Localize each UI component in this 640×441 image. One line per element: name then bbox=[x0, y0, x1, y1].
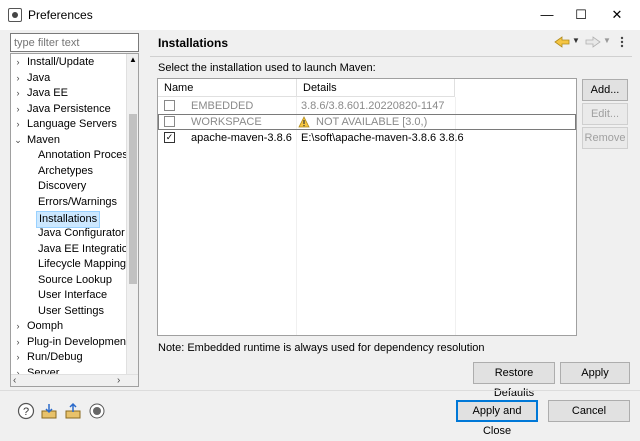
row-name: WORKSPACE bbox=[191, 116, 262, 128]
tree-item[interactable]: › Language Servers bbox=[17, 117, 119, 132]
edit-button[interactable]: Edit... bbox=[582, 103, 628, 125]
chevron-right-icon[interactable]: › bbox=[13, 86, 23, 101]
chevron-down-icon[interactable]: ⌄ bbox=[13, 133, 23, 148]
tree-item[interactable]: › Install/Update bbox=[17, 55, 96, 70]
tree-item[interactable]: Discovery bbox=[36, 179, 88, 194]
remove-button[interactable]: Remove bbox=[582, 127, 628, 149]
row-name: EMBEDDED bbox=[191, 100, 254, 112]
tree-item[interactable]: User Settings bbox=[36, 304, 106, 319]
installations-description: Select the installation used to launch M… bbox=[158, 62, 376, 74]
tree-item-label: Lifecycle Mappings bbox=[38, 258, 132, 271]
chevron-right-icon[interactable]: › bbox=[13, 55, 23, 70]
tree-item-label: Maven bbox=[27, 133, 61, 146]
row-name: apache-maven-3.8.6 bbox=[191, 132, 292, 144]
tree-item[interactable]: ⌄ Maven bbox=[14, 133, 62, 148]
column-header-details[interactable]: Details bbox=[297, 79, 455, 97]
tree-item-label: Archetypes bbox=[38, 164, 94, 177]
tree-item-label: Annotation Process bbox=[38, 149, 134, 162]
chevron-right-icon[interactable]: › bbox=[13, 319, 23, 334]
tree-item-label: Install/Update bbox=[27, 56, 95, 68]
chevron-right-icon[interactable]: › bbox=[13, 117, 23, 132]
tree-item-label: Plug-in Development bbox=[27, 335, 130, 348]
tree-item[interactable]: Annotation Process bbox=[36, 148, 135, 163]
row-checkbox[interactable] bbox=[164, 100, 175, 111]
tree-item-label: Errors/Warnings bbox=[38, 195, 118, 208]
table-row[interactable]: WORKSPACE NOT AVAILABLE [3.0,) bbox=[158, 114, 576, 130]
scroll-up-icon[interactable]: ▲ bbox=[127, 54, 138, 66]
filter-input[interactable] bbox=[10, 33, 139, 52]
tree-item-label: Java EE bbox=[27, 87, 68, 100]
arrow-left-icon[interactable] bbox=[553, 34, 573, 50]
row-details: 3.8.6/3.8.601.20220820-1147 bbox=[301, 100, 445, 112]
tree-item-label: Java Configurator bbox=[38, 227, 125, 240]
tree-item[interactable]: Installations bbox=[36, 210, 101, 228]
tree-item[interactable]: Errors/Warnings bbox=[36, 195, 119, 210]
table-row[interactable]: EMBEDDED 3.8.6/3.8.601.20220820-1147 bbox=[158, 98, 576, 114]
tree-item-label: Oomph bbox=[27, 320, 64, 333]
tree-item[interactable]: User Interface bbox=[36, 288, 109, 303]
tree-item-label: User Interface bbox=[38, 289, 108, 302]
title-bar: Preferences — ☐ ✕ bbox=[0, 0, 640, 30]
column-header-name[interactable]: Name bbox=[158, 79, 297, 97]
add-button[interactable]: Add... bbox=[582, 79, 628, 101]
row-checkbox[interactable]: ✓ bbox=[164, 132, 175, 143]
tree-item[interactable]: Archetypes bbox=[36, 164, 95, 179]
tree-item[interactable]: › Java EE bbox=[17, 86, 70, 101]
tree-item-label: Run/Debug bbox=[27, 351, 83, 364]
svg-text:?: ? bbox=[23, 406, 29, 418]
tree-item-label: Language Servers bbox=[27, 118, 117, 131]
tree-item[interactable]: › Plug-in Development bbox=[17, 335, 131, 350]
scroll-thumb[interactable] bbox=[129, 114, 137, 284]
help-icon[interactable]: ? bbox=[17, 402, 35, 420]
restore-defaults-button[interactable]: Restore Defaults bbox=[473, 362, 555, 399]
cancel-button[interactable]: Cancel bbox=[548, 400, 630, 422]
chevron-right-icon[interactable]: › bbox=[13, 335, 23, 350]
header-divider bbox=[150, 56, 632, 57]
import-preferences-icon[interactable] bbox=[40, 402, 58, 420]
footer-divider bbox=[0, 390, 640, 391]
tree-item[interactable]: Java EE Integration bbox=[36, 242, 136, 257]
row-details: E:\soft\apache-maven-3.8.6 3.8.6 bbox=[301, 132, 464, 144]
view-menu-icon[interactable] bbox=[617, 34, 627, 50]
chevron-right-icon[interactable]: › bbox=[13, 71, 23, 86]
tree-item-label: Discovery bbox=[38, 180, 87, 193]
tree-horizontal-scrollbar[interactable]: ‹ › bbox=[11, 374, 138, 386]
tree-item[interactable]: › Oomph bbox=[17, 319, 65, 334]
tree-item[interactable]: › Java bbox=[17, 71, 52, 86]
tree-item[interactable]: › Run/Debug bbox=[17, 350, 85, 365]
close-button[interactable]: ✕ bbox=[594, 0, 640, 30]
table-row[interactable]: ✓ apache-maven-3.8.6 E:\soft\apache-maven-… bbox=[158, 130, 576, 146]
page-title: Installations bbox=[158, 36, 229, 50]
tree-item-label: User Settings bbox=[38, 304, 105, 317]
chevron-right-icon[interactable]: › bbox=[13, 102, 23, 117]
row-details: NOT AVAILABLE [3.0,) bbox=[316, 116, 428, 128]
back-dropdown-icon[interactable]: ▼ bbox=[572, 36, 580, 48]
tree-item-label: Installations bbox=[39, 212, 98, 225]
preferences-tree: › Install/Update › Java › Java EE › Java Persis… bbox=[10, 53, 139, 387]
tree-item-label: Java Persistence bbox=[27, 102, 111, 115]
tree-item-label: Java bbox=[27, 71, 51, 84]
tree-item-label: Source Lookup bbox=[38, 273, 112, 286]
embedded-runtime-note: Note: Embedded runtime is always used fo… bbox=[158, 342, 485, 354]
export-preferences-icon[interactable] bbox=[64, 402, 82, 420]
tree-item[interactable]: Java Configurator bbox=[36, 226, 127, 241]
chevron-right-icon[interactable]: › bbox=[13, 350, 23, 365]
installations-table: Name Details EMBEDDED 3.8.6/3.8.601.20220… bbox=[157, 78, 577, 336]
arrow-right-icon[interactable] bbox=[584, 34, 602, 50]
scroll-right-icon[interactable]: › bbox=[117, 375, 127, 386]
tree-item-label: Java EE Integration bbox=[38, 242, 135, 255]
forward-dropdown-icon[interactable]: ▼ bbox=[603, 36, 611, 48]
apply-and-close-button[interactable]: Apply and Close bbox=[456, 400, 538, 437]
tree-item[interactable]: › Java Persistence bbox=[17, 102, 113, 117]
tree-item[interactable]: Source Lookup bbox=[36, 273, 114, 288]
apply-button[interactable]: Apply bbox=[560, 362, 630, 384]
row-checkbox[interactable] bbox=[164, 116, 175, 127]
tree-vertical-scrollbar[interactable]: ▲ bbox=[126, 54, 138, 374]
window-title: Preferences bbox=[28, 8, 93, 22]
scroll-left-icon[interactable]: ‹ bbox=[13, 375, 23, 386]
eclipse-app-icon bbox=[8, 8, 22, 22]
tree-item[interactable]: Lifecycle Mappings bbox=[36, 257, 134, 272]
oomph-record-icon[interactable] bbox=[88, 402, 106, 420]
